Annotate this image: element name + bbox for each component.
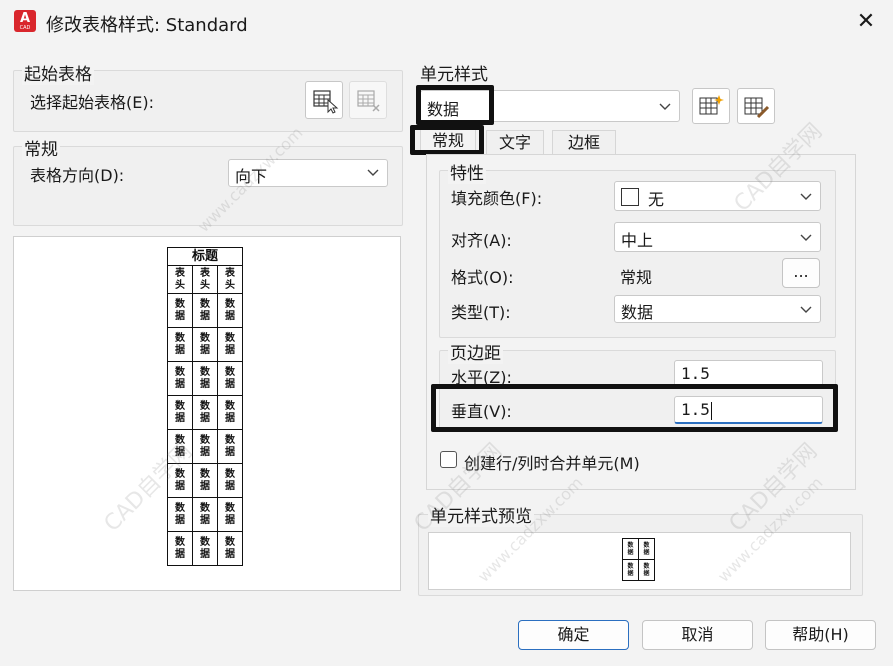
preview-data-cell: 数据 xyxy=(217,395,243,430)
alignment-value: 中上 xyxy=(621,231,654,250)
alignment-dropdown[interactable]: 中上 xyxy=(614,222,821,252)
cell-style-preview-label: 单元样式预览 xyxy=(428,502,534,527)
table-direction-dropdown[interactable]: 向下 xyxy=(228,159,388,187)
preview-data-cell: 数据 xyxy=(167,361,193,396)
preview-data-cell: 数据 xyxy=(217,463,243,498)
manage-cell-styles-icon xyxy=(744,97,770,119)
general-group-label: 常规 xyxy=(22,135,60,160)
horizontal-margin-value: 1.5 xyxy=(681,364,710,383)
preview-header-cell: 表头 xyxy=(192,265,218,294)
cell-preview-cell: 数据 xyxy=(638,559,655,581)
preview-data-cell: 数据 xyxy=(167,327,193,362)
chevron-down-icon xyxy=(659,103,671,110)
preview-header-cell: 表头 xyxy=(217,265,243,294)
table-remove-icon xyxy=(357,90,380,112)
preview-data-cell: 数据 xyxy=(217,429,243,464)
new-cell-style-button[interactable] xyxy=(692,88,730,124)
fill-color-value: 无 xyxy=(648,190,665,209)
preview-data-cell: 数据 xyxy=(192,531,218,566)
manage-cell-styles-button[interactable] xyxy=(737,88,775,124)
preview-data-cell: 数据 xyxy=(167,429,193,464)
preview-header-cell: 表头 xyxy=(167,265,193,294)
select-table-button[interactable] xyxy=(305,81,343,119)
cell-preview-table: 数据数据数据数据 xyxy=(622,538,655,581)
preview-data-cell: 数据 xyxy=(167,497,193,532)
preview-table: 标题表头表头表头数据数据数据数据数据数据数据数据数据数据数据数据数据数据数据数据… xyxy=(167,247,243,566)
properties-group-label: 特性 xyxy=(448,159,486,184)
tab-text[interactable]: 文字 xyxy=(486,130,544,154)
cancel-button[interactable]: 取消 xyxy=(642,620,753,650)
format-browse-button[interactable]: ... xyxy=(782,258,820,288)
preview-data-cell: 数据 xyxy=(167,293,193,328)
preview-data-cell: 数据 xyxy=(167,531,193,566)
preview-data-cell: 数据 xyxy=(217,293,243,328)
preview-data-cell: 数据 xyxy=(192,497,218,532)
preview-data-cell: 数据 xyxy=(167,463,193,498)
preview-data-cell: 数据 xyxy=(192,429,218,464)
help-button[interactable]: 帮助(H) xyxy=(765,620,876,650)
cell-preview-cell: 数据 xyxy=(622,538,639,560)
window-title: 修改表格样式: Standard xyxy=(46,15,248,36)
color-swatch-icon xyxy=(621,188,639,206)
preview-data-cell: 数据 xyxy=(192,395,218,430)
format-label: 格式(O): xyxy=(451,268,514,287)
preview-data-cell: 数据 xyxy=(217,497,243,532)
table-select-icon xyxy=(313,90,339,114)
chevron-down-icon xyxy=(800,234,812,241)
preview-data-cell: 数据 xyxy=(217,531,243,566)
tab-border[interactable]: 边框 xyxy=(552,130,616,154)
fill-color-dropdown[interactable]: 无 xyxy=(614,181,821,211)
merge-cells-checkbox[interactable] xyxy=(440,451,457,468)
merge-cells-label[interactable]: 创建行/列时合并单元(M) xyxy=(464,450,640,474)
alignment-label: 对齐(A): xyxy=(451,231,512,250)
format-value: 常规 xyxy=(620,268,653,287)
preview-data-cell: 数据 xyxy=(192,361,218,396)
type-dropdown[interactable]: 数据 xyxy=(614,295,821,323)
chevron-down-icon xyxy=(800,193,812,200)
preview-data-cell: 数据 xyxy=(217,361,243,396)
highlight-box-cell-style xyxy=(416,85,494,125)
select-starting-table-label: 选择起始表格(E): xyxy=(30,93,154,112)
preview-data-cell: 数据 xyxy=(192,293,218,328)
fill-color-label: 填充颜色(F): xyxy=(451,189,543,208)
cell-preview-cell: 数据 xyxy=(638,538,655,560)
close-icon[interactable]: ✕ xyxy=(852,8,880,36)
preview-data-cell: 数据 xyxy=(192,463,218,498)
cell-style-group-label: 单元样式 xyxy=(420,65,488,85)
autocad-app-icon: A CAD xyxy=(14,10,36,32)
cell-preview-cell: 数据 xyxy=(622,559,639,581)
preview-data-cell: 数据 xyxy=(217,327,243,362)
type-label: 类型(T): xyxy=(451,303,511,322)
chevron-down-icon xyxy=(367,169,379,176)
ok-button[interactable]: 确定 xyxy=(518,620,629,650)
highlight-box-tab xyxy=(410,125,484,155)
preview-data-cell: 数据 xyxy=(192,327,218,362)
table-direction-label: 表格方向(D): xyxy=(30,166,125,185)
new-cell-style-icon xyxy=(699,95,724,115)
chevron-down-icon xyxy=(800,306,812,313)
highlight-box-vertical-margin xyxy=(431,384,838,432)
starting-table-group-label: 起始表格 xyxy=(22,60,94,85)
preview-data-cell: 数据 xyxy=(167,395,193,430)
margins-group-label: 页边距 xyxy=(448,339,503,364)
type-value: 数据 xyxy=(621,303,654,322)
table-direction-value: 向下 xyxy=(235,167,268,186)
preview-title-cell: 标题 xyxy=(167,247,243,266)
remove-table-button[interactable] xyxy=(349,81,387,119)
